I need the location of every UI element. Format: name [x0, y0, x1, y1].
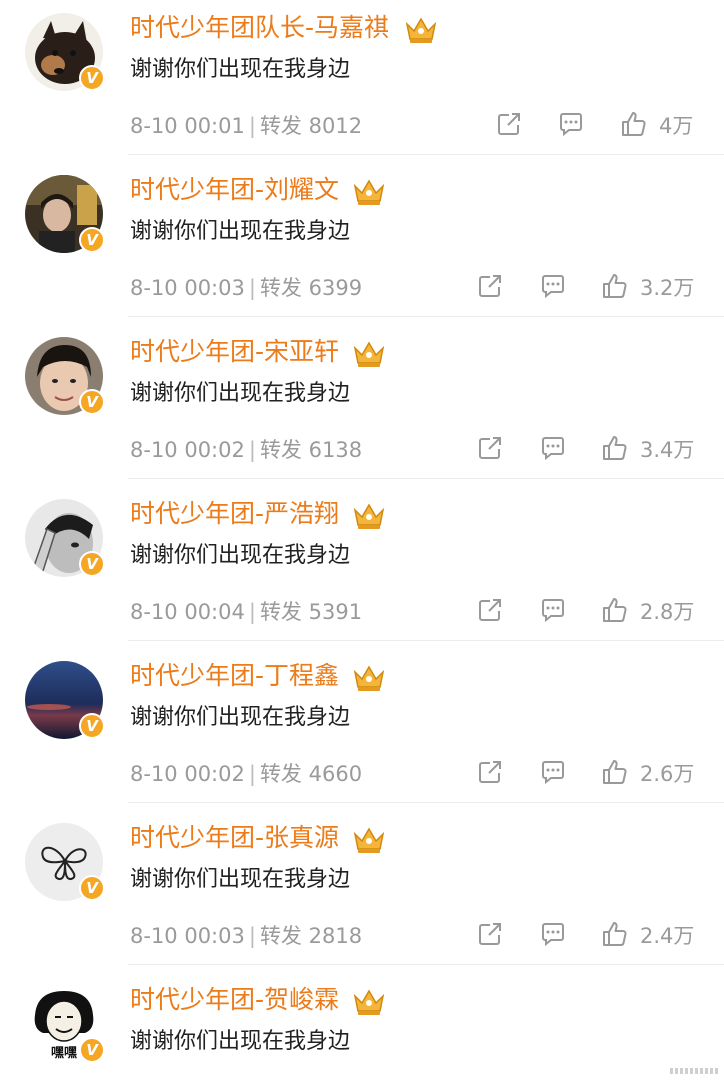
- share-icon[interactable]: [495, 110, 523, 138]
- divider: [128, 640, 724, 641]
- repost-label: 转发: [259, 924, 302, 948]
- repost-count: 5391: [308, 600, 363, 624]
- divider: [128, 154, 724, 155]
- crown-icon: [353, 827, 385, 853]
- share-icon[interactable]: [476, 272, 504, 300]
- comment-meta: 8-10 00:01 | 转发 8012: [130, 114, 363, 138]
- verified-badge-icon: V: [79, 1037, 105, 1063]
- share-icon[interactable]: [476, 758, 504, 786]
- verified-badge-icon: V: [79, 227, 105, 253]
- timestamp: 8-10 00:04: [130, 600, 245, 624]
- comment-row: V 时代少年团-宋亚轩 谢谢你们出现在我身边 8-10 00:02 | 转发 613…: [0, 324, 724, 486]
- verified-badge-icon: V: [79, 551, 105, 577]
- comment-row: V 时代少年团-刘耀文 谢谢你们出现在我身边 8-10 00:03 | 转发 639…: [0, 162, 724, 324]
- like-icon[interactable]: [601, 758, 629, 786]
- repost-label: 转发: [259, 276, 302, 300]
- divider: [128, 316, 724, 317]
- share-icon[interactable]: [476, 920, 504, 948]
- comment-meta: 8-10 00:04 | 转发 5391: [130, 600, 363, 624]
- verified-badge-icon: V: [79, 389, 105, 415]
- comment-text: 谢谢你们出现在我身边: [130, 219, 351, 244]
- comment-row: V 时代少年团-严浩翔 谢谢你们出现在我身边 8-10 00:04 | 转发 539…: [0, 486, 724, 648]
- comment-meta: 8-10 00:03 | 转发 2818: [130, 924, 363, 948]
- user-name[interactable]: 时代少年团-丁程鑫: [130, 659, 339, 693]
- comment-row: 嘿嘿 V 时代少年团-贺峻霖 谢谢你们出现在我身边: [0, 972, 724, 1080]
- comment-icon[interactable]: [539, 758, 567, 786]
- repost-label: 转发: [259, 114, 302, 138]
- like-icon[interactable]: [601, 596, 629, 624]
- like-count: 2.4万: [640, 924, 695, 948]
- repost-count: 6399: [308, 276, 363, 300]
- crown-icon: [353, 179, 385, 205]
- like-icon[interactable]: [601, 434, 629, 462]
- user-name[interactable]: 时代少年团-严浩翔: [130, 497, 339, 531]
- avatar-caption: 嘿嘿: [51, 1046, 77, 1061]
- comment-text: 谢谢你们出现在我身边: [130, 543, 351, 568]
- repost-label: 转发: [259, 762, 302, 786]
- repost-count: 6138: [308, 438, 363, 462]
- verified-badge-icon: V: [79, 875, 105, 901]
- comment-meta: 8-10 00:02 | 转发 4660: [130, 762, 363, 786]
- repost-count: 4660: [308, 762, 363, 786]
- repost-label: 转发: [259, 438, 302, 462]
- share-icon[interactable]: [476, 596, 504, 624]
- user-name[interactable]: 时代少年团队长-马嘉祺: [130, 11, 389, 45]
- comment-text: 谢谢你们出现在我身边: [130, 705, 351, 730]
- like-count: 4万: [659, 114, 694, 138]
- timestamp: 8-10 00:03: [130, 924, 245, 948]
- like-count: 2.8万: [640, 600, 695, 624]
- timestamp: 8-10 00:03: [130, 276, 245, 300]
- divider: [128, 478, 724, 479]
- verified-badge-icon: V: [79, 713, 105, 739]
- user-name[interactable]: 时代少年团-宋亚轩: [130, 335, 339, 369]
- comment-row: V 时代少年团-张真源 谢谢你们出现在我身边 8-10 00:03 | 转发 281…: [0, 810, 724, 972]
- comment-text: 谢谢你们出现在我身边: [130, 57, 351, 82]
- crown-icon: [353, 665, 385, 691]
- comment-row: V 时代少年团-丁程鑫 谢谢你们出现在我身边 8-10 00:02 | 转发 466…: [0, 648, 724, 810]
- repost-label: 转发: [259, 600, 302, 624]
- share-icon[interactable]: [476, 434, 504, 462]
- user-name[interactable]: 时代少年团-贺峻霖: [130, 983, 339, 1017]
- crown-icon: [405, 17, 437, 43]
- comment-icon[interactable]: [557, 110, 585, 138]
- verified-badge-icon: V: [79, 65, 105, 91]
- comment-text: 谢谢你们出现在我身边: [130, 867, 351, 892]
- like-icon[interactable]: [620, 110, 648, 138]
- comment-text: 谢谢你们出现在我身边: [130, 381, 351, 406]
- comment-icon[interactable]: [539, 434, 567, 462]
- like-icon[interactable]: [601, 272, 629, 300]
- divider: [128, 964, 724, 965]
- user-name[interactable]: 时代少年团-张真源: [130, 821, 339, 855]
- comment-icon[interactable]: [539, 596, 567, 624]
- comment-row: V 时代少年团队长-马嘉祺 谢谢你们出现在我身边 8-10 00:01 | 转发 8…: [0, 0, 724, 162]
- timestamp: 8-10 00:02: [130, 762, 245, 786]
- scroll-indicator: [670, 1068, 718, 1074]
- user-name[interactable]: 时代少年团-刘耀文: [130, 173, 339, 207]
- like-icon[interactable]: [601, 920, 629, 948]
- like-count: 3.2万: [640, 276, 695, 300]
- repost-count: 8012: [308, 114, 363, 138]
- like-count: 2.6万: [640, 762, 695, 786]
- comment-meta: 8-10 00:03 | 转发 6399: [130, 276, 363, 300]
- divider: [128, 802, 724, 803]
- comment-meta: 8-10 00:02 | 转发 6138: [130, 438, 363, 462]
- timestamp: 8-10 00:02: [130, 438, 245, 462]
- crown-icon: [353, 989, 385, 1015]
- crown-icon: [353, 503, 385, 529]
- comment-text: 谢谢你们出现在我身边: [130, 1029, 351, 1054]
- comment-icon[interactable]: [539, 272, 567, 300]
- like-count: 3.4万: [640, 438, 695, 462]
- comment-icon[interactable]: [539, 920, 567, 948]
- timestamp: 8-10 00:01: [130, 114, 245, 138]
- repost-count: 2818: [308, 924, 363, 948]
- crown-icon: [353, 341, 385, 367]
